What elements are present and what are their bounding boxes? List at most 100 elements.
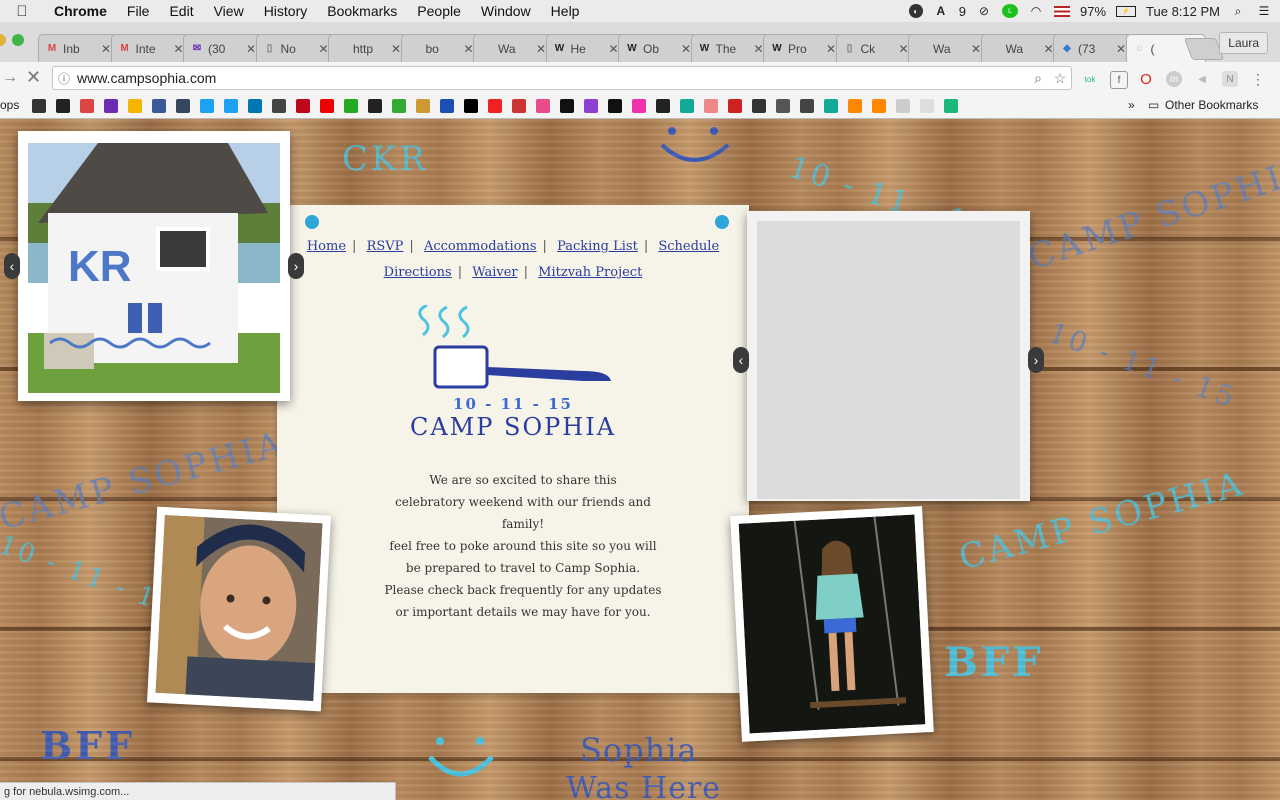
youtube-bookmark-icon[interactable]	[320, 99, 334, 113]
portrait-photo[interactable]	[155, 514, 323, 702]
battery-icon[interactable]: ⚡	[1116, 5, 1137, 17]
stop-loading-icon[interactable]: ✕	[26, 67, 41, 88]
apps-bookmark[interactable]: ops	[0, 98, 19, 112]
other-bookmarks[interactable]: Other Bookmarks	[1165, 98, 1258, 112]
apple-icon[interactable]: 	[0, 3, 44, 20]
doc-bookmark-icon[interactable]	[896, 99, 910, 113]
r-bookmark-icon[interactable]	[392, 99, 406, 113]
tab-close-icon[interactable]: ✕	[681, 42, 691, 56]
sketch-bookmark-icon[interactable]	[680, 99, 694, 113]
pinterest-bookmark-icon[interactable]	[296, 99, 310, 113]
tab-close-icon[interactable]: ✕	[608, 42, 618, 56]
menu-edit[interactable]: Edit	[159, 3, 203, 19]
menu-app-name[interactable]: Chrome	[44, 3, 117, 19]
tab-close-icon[interactable]: ✕	[753, 42, 763, 56]
vine-bookmark-icon[interactable]	[944, 99, 958, 113]
cabin-slideshow-next-icon[interactable]: ›	[288, 253, 304, 279]
chair-bookmark-icon[interactable]	[752, 99, 766, 113]
tab-close-icon[interactable]: ✕	[318, 42, 328, 56]
browser-tab[interactable]: W Ob ✕	[618, 34, 698, 62]
nav-home-link[interactable]: Home	[301, 239, 352, 254]
browser-tab[interactable]: bo ✕	[400, 34, 481, 62]
bbc-bookmark-icon[interactable]	[368, 99, 382, 113]
browser-tab[interactable]: Wa ✕	[473, 34, 553, 62]
browser-tab[interactable]: W Pro ✕	[763, 34, 843, 62]
linkedin-bookmark-icon[interactable]	[248, 99, 262, 113]
lady-bookmark-icon[interactable]	[728, 99, 742, 113]
bookmark-star-icon[interactable]: ☆	[1049, 70, 1071, 87]
notification-icon[interactable]: ◐	[908, 4, 923, 18]
profile-button[interactable]: Laura	[1219, 32, 1268, 54]
tab-close-icon[interactable]: ✕	[536, 42, 546, 56]
chrome-menu-icon[interactable]: ⋮	[1250, 71, 1266, 87]
do-not-disturb-icon[interactable]: ⊘	[976, 4, 992, 18]
tab-close-icon[interactable]: ✕	[971, 42, 981, 56]
tab-close-icon[interactable]: ✕	[826, 42, 836, 56]
gmail-bookmark-icon[interactable]	[80, 99, 94, 113]
hr-bookmark-icon[interactable]	[440, 99, 454, 113]
jstor-bookmark-icon[interactable]	[488, 99, 502, 113]
hashtag-bookmark-icon[interactable]	[272, 99, 286, 113]
hat-bookmark-icon[interactable]	[800, 99, 814, 113]
menu-history[interactable]: History	[254, 3, 318, 19]
facebook-bookmark-icon[interactable]	[152, 99, 166, 113]
dash-bookmark-icon[interactable]	[824, 99, 838, 113]
right-slideshow-prev-icon[interactable]: ‹	[733, 347, 749, 373]
forward-arrow-icon[interactable]: →	[2, 69, 18, 87]
apple-bookmark-icon[interactable]	[32, 99, 46, 113]
bb-bookmark-icon[interactable]	[56, 99, 70, 113]
url-input[interactable]	[75, 69, 1027, 87]
clock[interactable]: Tue 8:12 PM	[1146, 4, 1220, 19]
browser-tab[interactable]: Wa ✕	[908, 34, 988, 62]
browser-tab[interactable]: M Inb ✕	[38, 34, 118, 62]
nav-schedule-link[interactable]: Schedule	[652, 239, 725, 254]
browser-tab[interactable]: W He ✕	[545, 34, 626, 62]
browser-tab[interactable]: ✉ (30 ✕	[183, 34, 263, 62]
bonfire-bookmark-icon[interactable]	[416, 99, 430, 113]
nav-waiver-link[interactable]: Waiver	[466, 265, 523, 280]
new-tab-button[interactable]	[1183, 38, 1225, 60]
menu-file[interactable]: File	[117, 3, 160, 19]
aiga-bookmark-icon[interactable]	[464, 99, 478, 113]
adobe-icon[interactable]: A	[933, 4, 949, 18]
ext-m-icon[interactable]: m	[1166, 71, 1182, 87]
menu-view[interactable]: View	[204, 3, 254, 19]
tab-close-icon[interactable]: ✕	[246, 42, 256, 56]
nav-rsvp-link[interactable]: RSVP	[361, 239, 410, 254]
tab-close-icon[interactable]: ✕	[101, 42, 111, 56]
zoom-button[interactable]	[12, 34, 24, 46]
face-bookmark-icon[interactable]	[776, 99, 790, 113]
browser-tab[interactable]: W The ✕	[690, 34, 771, 62]
spotlight-search-icon[interactable]: ⌕	[1230, 4, 1246, 18]
tab-close-icon[interactable]: ✕	[391, 42, 401, 56]
twitter-bookmark-icon[interactable]	[200, 99, 214, 113]
nav-accommodations-link[interactable]: Accommodations	[418, 239, 543, 254]
ext-f-icon[interactable]: f	[1110, 71, 1128, 89]
tab-close-icon[interactable]: ✕	[463, 42, 473, 56]
vs2-bookmark-icon[interactable]	[872, 99, 886, 113]
browser-tab[interactable]: ▯ No ✕	[255, 34, 336, 62]
google-drive-bookmark-icon[interactable]	[128, 99, 142, 113]
vs-bookmark-icon[interactable]	[848, 99, 862, 113]
color-wheel-bookmark-icon[interactable]	[632, 99, 646, 113]
tab-close-icon[interactable]: ✕	[898, 42, 908, 56]
d-bookmark-icon[interactable]	[608, 99, 622, 113]
page-info-icon[interactable]: ⓘ	[53, 70, 75, 87]
browser-tab[interactable]: Wa ✕	[980, 34, 1061, 62]
bowling-bookmark-icon[interactable]	[512, 99, 526, 113]
line-icon[interactable]: L	[1002, 4, 1019, 18]
menu-window[interactable]: Window	[471, 3, 541, 19]
p-bookmark-icon[interactable]	[560, 99, 574, 113]
h-bookmark-icon[interactable]	[584, 99, 598, 113]
yahoo-mail-bookmark-icon[interactable]	[104, 99, 118, 113]
wifi-icon[interactable]: ◠	[1028, 4, 1044, 18]
speaker-icon[interactable]: ◀	[1194, 71, 1210, 87]
browser-tab[interactable]: ◆ (73 ✕	[1053, 34, 1133, 62]
right-slideshow-image[interactable]	[757, 221, 1020, 499]
opera-icon[interactable]: O	[1138, 71, 1154, 88]
browser-tab[interactable]: M Inte ✕	[110, 34, 191, 62]
us-flag-icon[interactable]	[1054, 5, 1071, 17]
tumblr-bookmark-icon[interactable]	[176, 99, 190, 113]
tab-close-icon[interactable]: ✕	[173, 42, 183, 56]
tweetdeck-bookmark-icon[interactable]	[224, 99, 238, 113]
